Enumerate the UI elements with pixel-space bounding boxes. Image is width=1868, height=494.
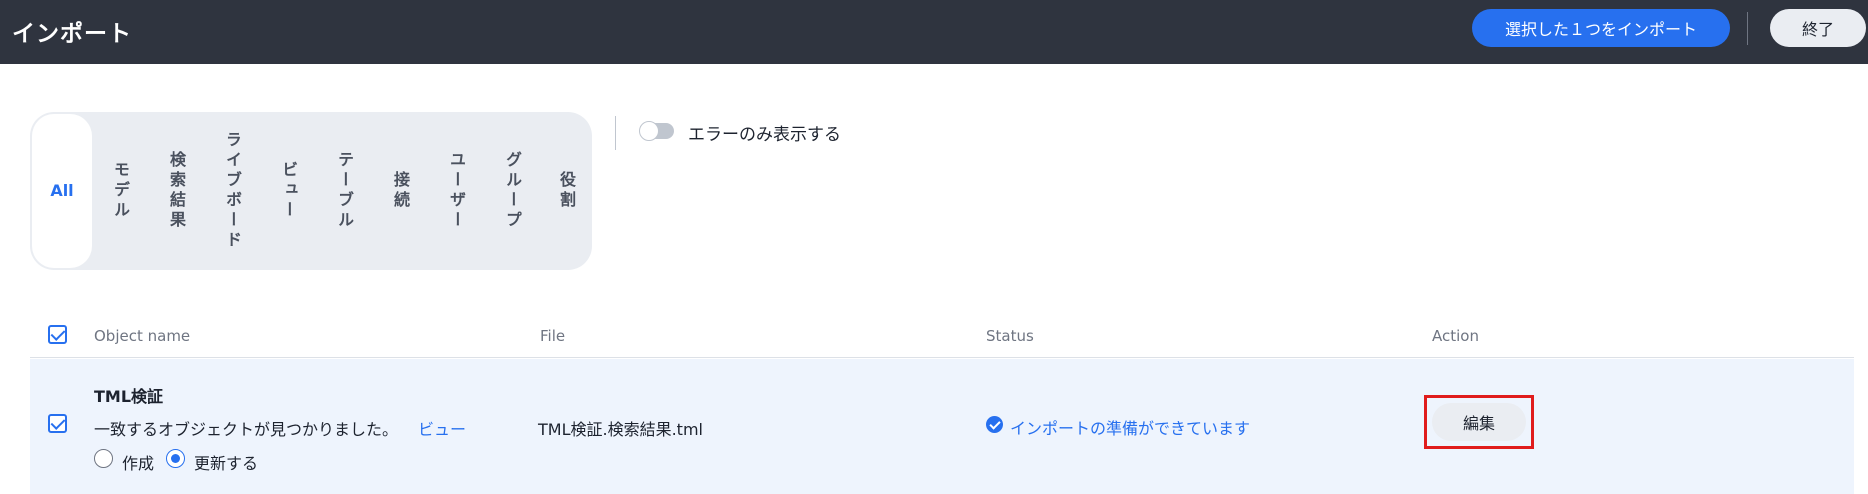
match-message: 一致するオブジェクトが見つかりました。 (94, 420, 399, 439)
tab-connection[interactable]: 接続 (372, 112, 428, 270)
edit-button[interactable]: 編集 (1432, 403, 1526, 441)
tab-view[interactable]: ビュー (260, 112, 316, 270)
object-type-filter: All モデル 検索結果 ライブボード ビュー テーブル 接続 ユーザー グルー… (30, 112, 592, 270)
header-divider (1747, 12, 1748, 45)
table-header: Object name File Status Action (30, 316, 1854, 358)
import-selected-button[interactable]: 選択した１つをインポート (1472, 9, 1730, 47)
column-file: File (540, 327, 566, 345)
page-title: インポート (12, 21, 132, 47)
status-text: インポートの準備ができています (1010, 419, 1251, 438)
exit-button[interactable]: 終了 (1770, 9, 1866, 47)
filter-divider (615, 116, 616, 150)
file-name: TML検証.検索結果.tml (538, 420, 703, 439)
tab-group[interactable]: グループ (484, 112, 540, 270)
tab-liveboard[interactable]: ライブボード (204, 112, 260, 270)
tab-table[interactable]: テーブル (316, 112, 372, 270)
view-link[interactable]: ビュー (418, 416, 466, 440)
check-circle-icon (986, 416, 1003, 433)
toggle-knob (639, 121, 659, 141)
tab-all[interactable]: All (32, 114, 92, 268)
row-checkbox[interactable] (48, 414, 67, 433)
tab-answers[interactable]: 検索結果 (148, 112, 204, 270)
tab-role[interactable]: 役割 (540, 112, 592, 270)
column-status: Status (986, 327, 1034, 345)
radio-create[interactable] (94, 449, 113, 468)
select-all-checkbox[interactable] (48, 325, 67, 344)
tab-model[interactable]: モデル (92, 112, 148, 270)
tab-user[interactable]: ユーザー (428, 112, 484, 270)
radio-update-label: 更新する (194, 454, 259, 473)
object-name: TML検証 (94, 387, 164, 406)
top-bar: インポート 選択した１つをインポート 終了 (0, 0, 1868, 64)
errors-only-label: エラーのみ表示する (688, 125, 841, 145)
column-action: Action (1432, 327, 1479, 345)
radio-create-label: 作成 (122, 454, 155, 473)
errors-only-toggle[interactable] (639, 121, 674, 141)
column-object-name: Object name (94, 327, 191, 345)
table-row: TML検証 一致するオブジェクトが見つかりました。 ビュー 作成 更新する TM… (30, 359, 1854, 494)
radio-update[interactable] (166, 449, 185, 468)
